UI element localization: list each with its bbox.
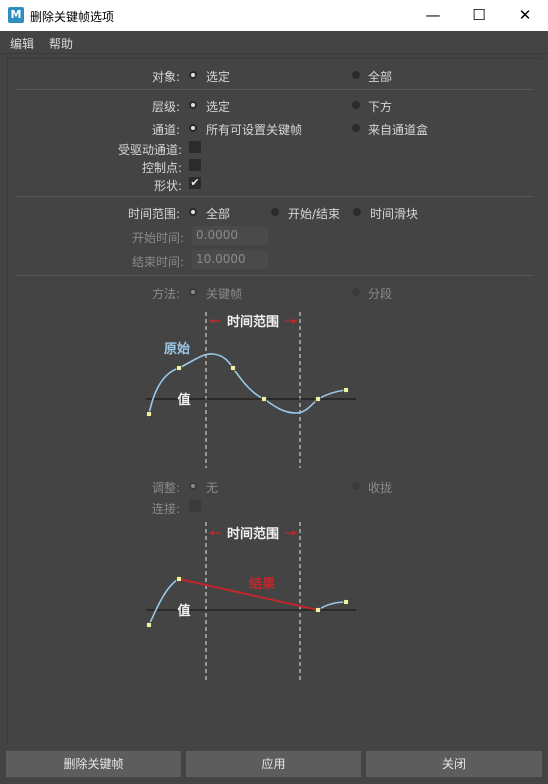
keyframe-markers <box>146 365 349 417</box>
keyframe-marker <box>176 365 182 371</box>
keyframe-marker <box>343 387 349 393</box>
keyframe-marker <box>315 607 321 613</box>
connect-checkbox[interactable] <box>189 500 201 512</box>
keyframe-marker <box>343 599 349 605</box>
diagram1-value-text: 值 <box>177 392 190 408</box>
connect-label: 连接: <box>151 502 180 516</box>
adjust-label: 调整: <box>151 481 180 495</box>
result-curve-label: 结果 <box>249 576 275 592</box>
keyframe-marker <box>315 396 321 402</box>
diagram2-time-range-text: 时间范围 <box>227 526 279 542</box>
original-curve <box>148 578 180 626</box>
adjust-collapse-label: 收拢 <box>368 481 393 495</box>
delete-keys-button[interactable]: 删除关键帧 <box>6 751 181 777</box>
arrow-left-head-icon <box>209 530 214 536</box>
diagram2-value-text: 值 <box>177 603 190 619</box>
original-curve-label: 原始 <box>164 341 190 357</box>
keyframe-marker <box>146 411 152 417</box>
arrow-right-head-icon <box>292 318 297 324</box>
arrow-right-head-icon <box>292 530 297 536</box>
keyframe-marker <box>230 365 236 371</box>
arrow-left-head-icon <box>209 318 214 324</box>
adjust-none-radio[interactable] <box>189 482 197 490</box>
close-button[interactable]: 关闭 <box>366 751 542 777</box>
keyframe-marker <box>146 622 152 628</box>
apply-button[interactable]: 应用 <box>186 751 361 777</box>
adjust-collapse-radio[interactable] <box>352 482 360 490</box>
keyframe-marker <box>176 576 182 582</box>
method-diagram: 时间范围 值 原始 时间范围 值 结果 <box>146 312 356 680</box>
keyframe-markers <box>146 576 349 628</box>
keyframe-marker <box>261 396 267 402</box>
adjust-none-label: 无 <box>206 481 219 495</box>
original-curve <box>317 601 347 611</box>
diagram1-time-range-text: 时间范围 <box>227 314 279 330</box>
